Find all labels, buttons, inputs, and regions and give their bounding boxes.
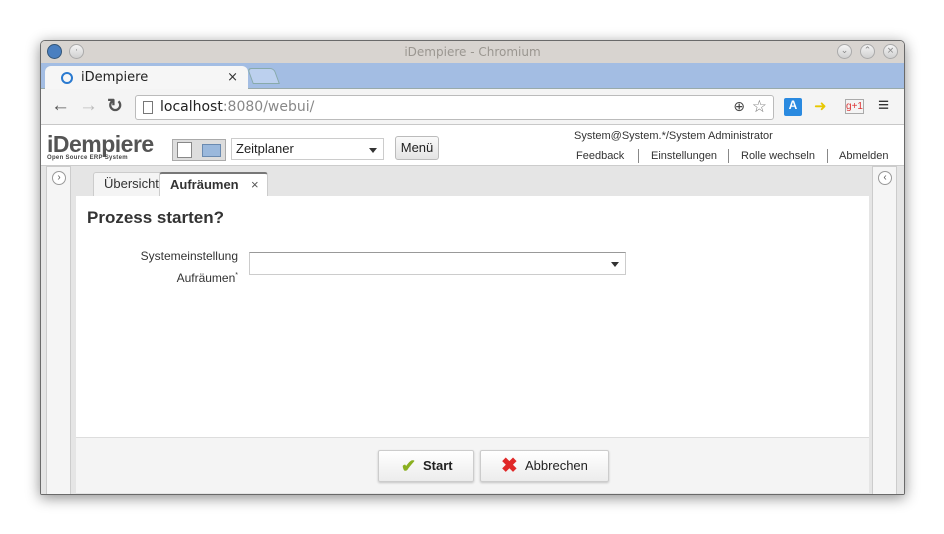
divider bbox=[827, 149, 828, 163]
east-panel: ‹ bbox=[872, 166, 897, 494]
change-role-link[interactable]: Rolle wechseln bbox=[741, 150, 815, 162]
logout-link[interactable]: Abmelden bbox=[839, 150, 889, 162]
address-bar[interactable]: localhost:8080/webui/ ⊕ ☆ bbox=[135, 95, 774, 120]
forward-icon[interactable]: → bbox=[79, 95, 98, 117]
cancel-button[interactable]: ✖ Abbrechen bbox=[480, 450, 609, 482]
field-label: Systemeinstellung Aufräumen* bbox=[140, 249, 238, 285]
feedback-link[interactable]: Feedback bbox=[576, 150, 624, 162]
maximize-button[interactable]: ⌃ bbox=[860, 44, 875, 59]
user-info: System@System.*/System Administrator bbox=[574, 130, 773, 142]
desktop-area: › ‹ Übersicht Aufräumen × Prozess starten… bbox=[41, 165, 904, 494]
url-host: localhost bbox=[160, 99, 223, 115]
browser-toolbar: ← → ↻ localhost:8080/webui/ ⊕ ☆ A ➜ g+1 … bbox=[41, 89, 904, 125]
window-menu-button[interactable]: · bbox=[69, 44, 84, 59]
close-tab-icon[interactable]: × bbox=[227, 66, 238, 90]
expand-east-icon[interactable]: ‹ bbox=[878, 171, 892, 185]
menu-button[interactable]: Menü bbox=[395, 136, 439, 160]
preferences-link[interactable]: Einstellungen bbox=[651, 150, 717, 162]
chromium-icon bbox=[47, 44, 62, 59]
divider bbox=[728, 149, 729, 163]
expand-west-icon[interactable]: › bbox=[52, 171, 66, 185]
chevron-down-icon bbox=[611, 262, 619, 267]
close-window-button[interactable]: × bbox=[883, 44, 898, 59]
open-folder-icon[interactable] bbox=[202, 144, 221, 157]
divider bbox=[638, 149, 639, 163]
tab-title: iDempiere bbox=[81, 70, 149, 85]
dialog-title: Prozess starten? bbox=[87, 208, 224, 227]
idempiere-logo: iDempiere Open Source ERP System bbox=[47, 131, 154, 162]
check-icon: ✔ bbox=[401, 456, 417, 476]
west-panel: › bbox=[46, 166, 71, 494]
google-plus-one-icon[interactable]: g+1 bbox=[845, 99, 864, 114]
translate-icon[interactable]: A bbox=[784, 98, 802, 116]
chevron-down-icon bbox=[369, 148, 377, 153]
send-to-mobile-icon[interactable]: ➜ bbox=[814, 97, 832, 117]
zoom-icon[interactable]: ⊕ bbox=[733, 96, 745, 119]
close-tab-icon[interactable]: × bbox=[251, 174, 259, 196]
start-button[interactable]: ✔ Start bbox=[378, 450, 474, 482]
page-icon bbox=[143, 101, 153, 114]
browser-window: · iDempiere - Chromium ⌄ ⌃ × iDempiere ×… bbox=[40, 40, 905, 495]
new-tab-button[interactable] bbox=[247, 68, 280, 84]
menu-search-combobox[interactable]: Zeitplaner bbox=[231, 138, 384, 160]
tab-cleanup[interactable]: Aufräumen × bbox=[159, 172, 268, 196]
title-bar: · iDempiere - Chromium ⌄ ⌃ × bbox=[41, 41, 904, 63]
dialog-footer: ✔ Start ✖ Abbrechen bbox=[76, 437, 869, 493]
process-dialog: Prozess starten? Systemeinstellung Aufräu… bbox=[76, 196, 869, 437]
new-document-icon[interactable] bbox=[177, 142, 192, 158]
quick-actions bbox=[172, 139, 226, 161]
reload-icon[interactable]: ↻ bbox=[107, 95, 123, 118]
url-path: :8080/webui/ bbox=[222, 99, 315, 115]
system-config-cleanup-select[interactable] bbox=[249, 252, 626, 275]
tab-strip: iDempiere × bbox=[41, 63, 904, 90]
bookmark-star-icon[interactable]: ☆ bbox=[752, 96, 767, 119]
browser-tab[interactable]: iDempiere × bbox=[45, 66, 248, 90]
favicon-icon bbox=[61, 72, 73, 84]
back-icon[interactable]: ← bbox=[51, 95, 70, 117]
cross-icon: ✖ bbox=[501, 455, 518, 477]
minimize-button[interactable]: ⌄ bbox=[837, 44, 852, 59]
idempiere-app: iDempiere Open Source ERP System Zeitplan… bbox=[41, 125, 904, 494]
chrome-menu-icon[interactable]: ≡ bbox=[878, 95, 889, 117]
window-title: iDempiere - Chromium bbox=[404, 45, 541, 59]
